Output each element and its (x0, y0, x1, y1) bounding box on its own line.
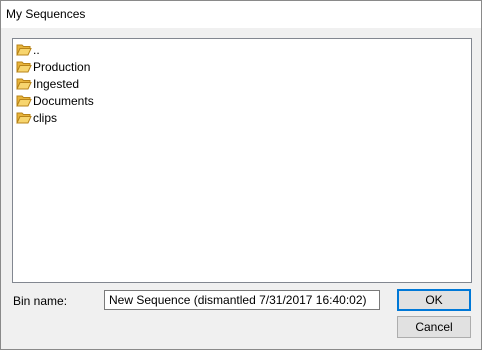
folder-list[interactable]: .. Production Ingested Documents clips (12, 38, 472, 283)
list-item-label: .. (33, 43, 40, 57)
bin-name-label: Bin name: (13, 294, 68, 308)
ok-button[interactable]: OK (397, 289, 471, 311)
list-item-ingested[interactable]: Ingested (16, 76, 79, 92)
list-item-documents[interactable]: Documents (16, 93, 94, 109)
list-item-label: Production (33, 60, 91, 74)
list-item-label: Ingested (33, 77, 80, 91)
cancel-button[interactable]: Cancel (397, 316, 471, 338)
folder-open-icon (16, 111, 32, 125)
list-item-label: Documents (33, 94, 94, 108)
folder-open-icon (16, 94, 32, 108)
list-item-clips[interactable]: clips (16, 110, 57, 126)
folder-open-icon (16, 43, 32, 57)
folder-open-icon (16, 60, 32, 74)
list-item-label: clips (33, 111, 58, 125)
list-item-production[interactable]: Production (16, 59, 90, 75)
dialog-window: My Sequences .. Production Ingested Docu… (0, 0, 482, 350)
bin-name-input[interactable] (104, 290, 380, 310)
title-bar[interactable]: My Sequences (1, 1, 481, 28)
window-title: My Sequences (6, 7, 86, 21)
list-item-parent[interactable]: .. (16, 42, 40, 58)
folder-open-icon (16, 77, 32, 91)
